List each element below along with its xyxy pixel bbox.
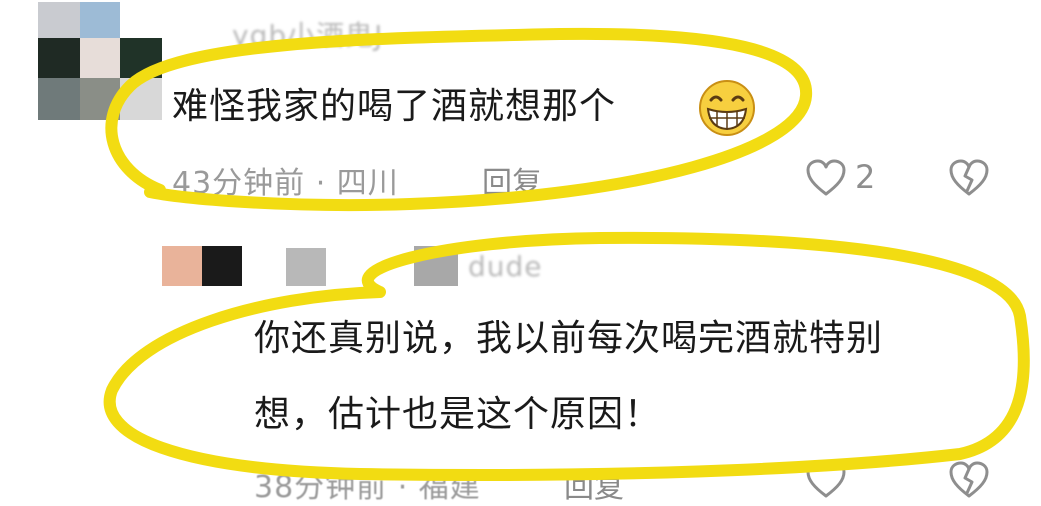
broken-heart-icon[interactable] [947, 460, 991, 500]
reply-button[interactable]: 回复 [482, 158, 542, 202]
heart-outline-icon[interactable] [804, 460, 848, 500]
comment-text: 难怪我家的喝了酒就想那个 [172, 80, 616, 134]
comment-time-location: 38分钟前 · 福建 [254, 470, 481, 505]
avatar[interactable] [38, 2, 162, 120]
comment-time-location: 43分钟前 · 四川 [172, 166, 399, 201]
avatar[interactable] [162, 246, 458, 286]
heart-outline-icon[interactable] [804, 158, 848, 198]
comment-username[interactable]: dude [468, 250, 543, 283]
comment-body: 难怪我家的喝了酒就想那个 [172, 86, 617, 127]
like-count: 2 [855, 158, 876, 196]
comment-text: 你还真别说，我以前每次喝完酒就特别 想，估计也是这个原因！ [254, 312, 1014, 442]
grinning-emoji-icon [699, 80, 755, 136]
comment-username[interactable]: ygb小酒鬼J [232, 14, 383, 54]
reply-button[interactable]: 回复 [564, 462, 624, 506]
comment-body-line-1: 你还真别说，我以前每次喝完酒就特别 [254, 318, 884, 359]
broken-heart-icon[interactable] [947, 158, 991, 198]
comment-body-line-2: 想，估计也是这个原因！ [254, 394, 662, 435]
